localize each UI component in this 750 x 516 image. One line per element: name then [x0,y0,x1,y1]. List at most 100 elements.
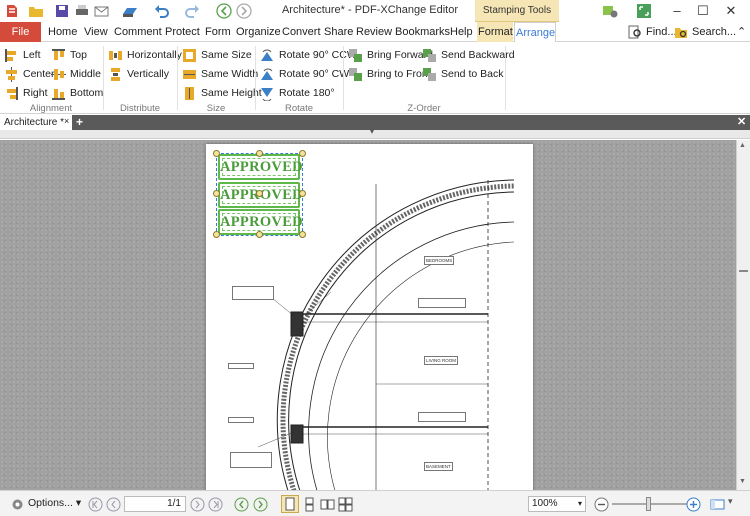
align-left-button[interactable]: Left [4,46,41,64]
callout-note [230,452,272,468]
tab-form[interactable]: Form [204,22,232,42]
pdf-page[interactable]: BEDROOMS LIVING ROOM BASEMENT APPROVED A… [206,144,533,494]
status-bar: Options... ▾ 1/1 100% ▾ ▾ [0,490,750,516]
settings-icon[interactable] [602,3,618,19]
scan-icon[interactable] [122,3,138,19]
align-bottom-button[interactable]: Bottom [51,84,103,102]
rotate-90-cw-button[interactable]: Rotate 90° CW [260,65,349,83]
callout-note [232,286,274,300]
size-group-label: Size [206,103,226,114]
tab-protect[interactable]: Protect [164,22,201,42]
distribute-vertically-button[interactable]: Vertically [108,65,169,83]
tab-comment[interactable]: Comment [113,22,163,42]
close-all-tabs-icon[interactable]: ✕ [737,115,746,130]
options-button[interactable]: Options... ▾ [28,497,81,509]
scroll-thumb[interactable] [739,270,748,272]
undo-icon[interactable] [154,3,170,19]
tab-format[interactable]: Format [477,22,513,42]
callout-note [418,412,466,422]
facing-continuous-view-icon[interactable] [338,497,353,512]
single-page-view-icon[interactable] [281,495,299,513]
align-right-icon [7,86,18,100]
close-button[interactable]: ✕ [720,3,742,19]
facing-view-icon[interactable] [320,497,335,512]
align-right-button[interactable]: Right [4,84,48,102]
app-icon [7,5,17,17]
scroll-down-icon[interactable]: ▼ [739,478,746,485]
prev-page-icon[interactable] [106,497,121,512]
resize-handle[interactable] [213,231,220,238]
distribute-horizontally-icon [109,50,122,60]
tab-close-icon[interactable]: × [64,114,69,129]
resize-handle[interactable] [213,190,220,197]
send-to-back-button[interactable]: Send to Back [422,65,503,83]
bring-forward-button[interactable]: Bring Forward [348,46,433,64]
page-number-input[interactable]: 1/1 [124,496,186,512]
forward-view-icon[interactable] [253,497,268,512]
align-top-button[interactable]: Top [51,46,87,64]
align-center-button[interactable]: Center [4,65,55,83]
resize-handle[interactable] [299,190,306,197]
minimize-button[interactable]: – [666,3,688,19]
tab-home[interactable]: Home [47,22,78,42]
fullscreen-icon[interactable] [636,3,652,19]
rotate-handle[interactable] [256,190,263,197]
file-tab[interactable]: File [0,22,41,42]
zoom-out-icon[interactable] [594,497,609,512]
same-height-button[interactable]: Same Height [182,84,262,102]
tab-share[interactable]: Share [323,22,354,42]
tab-convert[interactable]: Convert [281,22,322,42]
same-width-button[interactable]: Same Width [182,65,258,83]
ribbon-collapse-chevron-icon[interactable]: ⌃ [736,22,747,42]
tab-view[interactable]: View [83,22,109,42]
resize-handle[interactable] [213,150,220,157]
tab-arrange[interactable]: Arrange [514,22,556,42]
zoom-in-icon[interactable] [686,497,701,512]
same-size-button[interactable]: Same Size [182,46,252,64]
stamping-tools-context-tab: Stamping Tools [475,0,559,22]
align-middle-button[interactable]: Middle [51,65,101,83]
zorder-group-label: Z-Order [407,103,441,114]
scroll-up-icon[interactable]: ▲ [739,142,746,149]
next-page-icon[interactable] [190,497,205,512]
resize-handle[interactable] [299,231,306,238]
document-tab-bar: Architecture * × + ✕ [0,115,750,130]
zoom-select[interactable]: 100% ▾ [528,496,586,512]
save-icon[interactable] [54,3,70,19]
bring-to-front-button[interactable]: Bring to Front [348,65,431,83]
zoom-slider-thumb[interactable] [646,497,651,511]
tab-review[interactable]: Review [355,22,393,42]
align-top-icon [52,48,65,60]
status-menu-chevron-icon[interactable]: ▾ [728,496,733,507]
ribbon: Left Center Right Top Middle Bottom Alig… [0,42,750,114]
back-icon[interactable] [216,3,232,19]
maximize-button[interactable]: ☐ [692,3,714,19]
rotate-180-button[interactable]: Rotate 180° [260,84,335,102]
room-label: LIVING ROOM [424,356,459,365]
send-backward-button[interactable]: Send Backward [422,46,515,64]
menu-bar: File Home View Comment Protect Form Orga… [0,22,750,42]
resize-handle[interactable] [256,231,263,238]
align-bottom-icon [52,88,65,100]
print-icon[interactable] [74,3,90,19]
tab-help[interactable]: Help [449,22,474,42]
resize-handle[interactable] [256,150,263,157]
distribute-horizontally-button[interactable]: Horizontally [108,46,182,64]
collapse-arrow-icon[interactable]: ▾ [370,127,374,136]
back-view-icon[interactable] [234,497,249,512]
find-button[interactable]: Find... [645,22,678,42]
vertical-scrollbar[interactable]: ▲ ▼ [736,140,750,490]
redo-icon[interactable] [184,3,200,19]
search-button[interactable]: Search... [691,22,737,42]
tab-organize[interactable]: Organize [235,22,282,42]
document-tab[interactable]: Architecture * × [0,115,72,130]
first-page-icon[interactable] [88,497,103,512]
email-icon[interactable] [94,3,110,19]
new-tab-plus-icon[interactable]: + [76,115,83,129]
resize-handle[interactable] [299,150,306,157]
tab-bookmarks[interactable]: Bookmarks [394,22,451,42]
last-page-icon[interactable] [208,497,223,512]
panel-toggle-icon[interactable] [710,497,725,512]
open-icon[interactable] [28,3,44,19]
continuous-view-icon[interactable] [302,497,317,512]
